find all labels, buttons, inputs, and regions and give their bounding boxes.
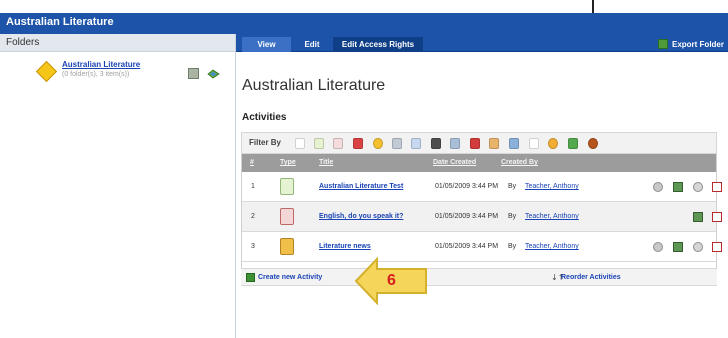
filter-bucket-icon[interactable] [588, 138, 598, 149]
save-icon[interactable] [673, 182, 683, 192]
column-title[interactable]: Title [319, 159, 333, 166]
teacher-link[interactable]: Teacher, Anthony [525, 243, 579, 250]
created-by-prefix: By [508, 213, 517, 220]
folder-stack-icon[interactable] [207, 67, 220, 80]
export-folder-button[interactable]: Export Folder [657, 37, 724, 52]
settings-icon[interactable] [693, 242, 703, 252]
table-header: # Type Title Date Created Created By [242, 154, 716, 172]
table-row: 1 Australian Literature Test 01/05/2009 … [242, 172, 722, 202]
folder-settings-icon[interactable] [188, 68, 199, 79]
folder-diamond-icon [35, 60, 58, 83]
window-title-bar: Australian Literature [0, 13, 728, 34]
activity-date: 01/05/2009 3:44 PM [435, 213, 499, 220]
filter-blank-icon[interactable] [295, 138, 305, 149]
tab-edit[interactable]: Edit [291, 37, 333, 52]
folder-item-australian-literature[interactable]: Australian Literature (0 folder(s), 3 it… [0, 52, 236, 92]
folders-sidebar: Folders Australian Literature (0 folder(… [0, 34, 236, 338]
filter-share-icon[interactable] [450, 138, 460, 149]
export-icon [657, 39, 668, 49]
delete-icon[interactable] [712, 242, 722, 252]
news-type-icon [280, 238, 294, 255]
filter-edit-icon[interactable] [470, 138, 480, 149]
save-icon[interactable] [673, 242, 683, 252]
speaking-type-icon [280, 208, 294, 225]
preview-icon[interactable] [653, 182, 663, 192]
settings-icon[interactable] [693, 182, 703, 192]
activity-date: 01/05/2009 3:44 PM [435, 183, 499, 190]
reorder-icon: ↓↑ [551, 273, 565, 282]
filter-survey-icon[interactable] [489, 138, 499, 149]
activity-title-link[interactable]: English, do you speak it? [319, 213, 403, 220]
filter-page-icon[interactable] [529, 138, 539, 149]
tab-edit-access-rights[interactable]: Edit Access Rights [333, 37, 423, 52]
delete-icon[interactable] [712, 212, 722, 222]
filter-green-icon[interactable] [568, 138, 578, 149]
activities-footer: Create new Activity ↓↑ Reorder Activitie… [241, 268, 717, 286]
tab-bar: View Edit Edit Access Rights Export Fold… [236, 34, 728, 52]
filter-table-icon[interactable] [509, 138, 519, 149]
column-type[interactable]: Type [280, 159, 296, 166]
callout-number: 6 [387, 272, 396, 289]
row-index: 2 [251, 213, 255, 220]
filter-by-label: Filter By [249, 138, 282, 147]
quiz-type-icon [280, 178, 294, 195]
activities-table: # Type Title Date Created Created By 1 A… [241, 154, 722, 284]
filter-document-icon[interactable] [314, 138, 324, 149]
main-content: Australian Literature Activities Filter … [236, 52, 728, 338]
created-by-prefix: By [508, 243, 517, 250]
tab-view[interactable]: View [242, 37, 291, 52]
preview-icon[interactable] [653, 242, 663, 252]
filter-bar: Filter By [241, 132, 717, 154]
activity-title-link[interactable]: Australian Literature Test [319, 183, 403, 190]
filter-star-icon[interactable] [373, 138, 383, 149]
row-index: 1 [251, 183, 255, 190]
save-icon[interactable] [693, 212, 703, 222]
table-row: 2 English, do you speak it? 01/05/2009 3… [242, 202, 722, 232]
filter-quiz-icon[interactable] [353, 138, 363, 149]
filter-chat-icon[interactable] [548, 138, 558, 149]
teacher-link[interactable]: Teacher, Anthony [525, 213, 579, 220]
page-title: Australian Literature [242, 77, 386, 94]
table-row: 3 Literature news 01/05/2009 3:44 PM By … [242, 232, 722, 262]
create-plus-icon [246, 273, 255, 282]
column-index[interactable]: # [250, 159, 254, 166]
filter-forum-icon[interactable] [411, 138, 421, 149]
created-by-prefix: By [508, 183, 517, 190]
filter-media-icon[interactable] [431, 138, 441, 149]
window-title: Australian Literature [6, 16, 114, 28]
activities-heading: Activities [242, 112, 287, 123]
step-callout: 6 [354, 257, 430, 305]
filter-pdf-icon[interactable] [333, 138, 343, 149]
teacher-link[interactable]: Teacher, Anthony [525, 183, 579, 190]
delete-icon[interactable] [712, 182, 722, 192]
cursor-indicator [592, 0, 594, 13]
folder-name-link[interactable]: Australian Literature [62, 60, 140, 69]
reorder-activities-link[interactable]: Reorder Activities [561, 274, 621, 281]
export-folder-label: Export Folder [671, 40, 724, 49]
activity-date: 01/05/2009 3:44 PM [435, 243, 499, 250]
activity-title-link[interactable]: Literature news [319, 243, 371, 250]
row-index: 3 [251, 243, 255, 250]
filter-link-icon[interactable] [392, 138, 402, 149]
sidebar-header: Folders [0, 34, 235, 52]
column-date-created[interactable]: Date Created [433, 159, 476, 166]
create-new-activity-link[interactable]: Create new Activity [258, 274, 322, 281]
column-created-by[interactable]: Created By [501, 159, 538, 166]
folder-item-count: (0 folder(s), 3 item(s)) [62, 71, 130, 78]
sidebar-header-label: Folders [6, 37, 40, 48]
